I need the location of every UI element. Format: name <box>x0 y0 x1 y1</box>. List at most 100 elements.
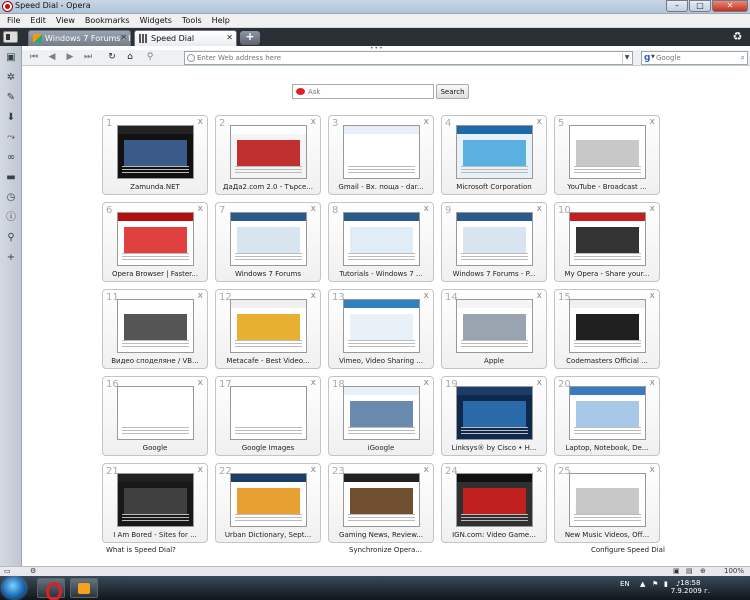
close-icon[interactable]: x <box>311 204 316 214</box>
home-icon[interactable]: ⌂ <box>122 51 138 64</box>
close-icon[interactable]: x <box>537 465 542 475</box>
speed-dial-tile[interactable]: 24 x IGN.com: Video Game... <box>441 463 547 543</box>
rewind-icon[interactable]: ⏮ <box>26 51 42 64</box>
panel-toggle-button[interactable] <box>3 31 18 43</box>
speed-dial-tile[interactable]: 1 x Zamunda.NET <box>102 115 208 195</box>
closed-tabs-trash-icon[interactable]: ♻ <box>730 30 745 44</box>
folder-icon[interactable]: ▬ <box>3 170 19 186</box>
speed-dial-tile[interactable]: 8 x Tutorials - Windows 7 ... <box>328 202 434 282</box>
turbo-icon[interactable]: ⚙ <box>30 567 36 575</box>
what-is-speed-dial-link[interactable]: What is Speed Dial? <box>106 546 176 554</box>
share-icon[interactable]: ⤳ <box>3 130 19 146</box>
speed-dial-search-button[interactable]: Search <box>436 84 469 99</box>
menu-edit[interactable]: Edit <box>25 14 51 27</box>
close-icon[interactable]: x <box>424 378 429 388</box>
clock[interactable]: 18:58 7.9.2009 г. <box>671 579 710 595</box>
menu-file[interactable]: File <box>2 14 25 27</box>
speed-dial-tile[interactable]: 4 x Microsoft Corporation <box>441 115 547 195</box>
close-icon[interactable]: x <box>650 465 655 475</box>
start-button[interactable] <box>2 577 26 599</box>
zoom-level[interactable]: 100% <box>724 567 744 575</box>
speed-dial-tile[interactable]: 16 x Google <box>102 376 208 456</box>
speed-dial-tile[interactable]: 23 x Gaming News, Review... <box>328 463 434 543</box>
speed-dial-tile[interactable]: 15 x Codemasters Official ... <box>554 289 660 369</box>
close-icon[interactable]: x <box>311 291 316 301</box>
notes-icon[interactable]: ✎ <box>3 90 19 106</box>
add-panel-icon[interactable]: + <box>3 250 19 266</box>
speed-dial-tile[interactable]: 3 x Gmail - Вх. поща - dar... <box>328 115 434 195</box>
close-icon[interactable]: x <box>537 291 542 301</box>
close-window-button[interactable]: ✕ <box>712 0 748 12</box>
close-icon[interactable]: x <box>198 465 203 475</box>
speed-dial-tile[interactable]: 19 x Linksys® by Cisco • H... <box>441 376 547 456</box>
speed-dial-tile[interactable]: 18 x iGoogle <box>328 376 434 456</box>
configure-speed-dial-link[interactable]: Configure Speed Dial <box>591 546 665 554</box>
close-icon[interactable]: x <box>424 204 429 214</box>
close-icon[interactable]: x <box>311 117 316 127</box>
chevron-down-icon[interactable]: ▼ <box>651 54 655 60</box>
speed-dial-tile[interactable]: 7 x Windows 7 Forums <box>215 202 321 282</box>
close-icon[interactable]: x <box>650 204 655 214</box>
reload-icon[interactable]: ↻ <box>104 51 120 64</box>
tab-windows7-forums[interactable]: Windows 7 Forums - P... ✕ <box>28 30 131 46</box>
speed-dial-tile[interactable]: 20 x Laptop, Notebook, De... <box>554 376 660 456</box>
search-bar[interactable]: g ▼ ⌕ <box>641 51 748 65</box>
close-icon[interactable]: x <box>537 117 542 127</box>
fit-icon[interactable]: ▤ <box>686 567 693 575</box>
tray-network-icon[interactable]: ▮ <box>664 580 668 588</box>
forward-icon[interactable]: ▶ <box>62 51 78 64</box>
taskbar-media-player-icon[interactable] <box>70 578 98 598</box>
close-icon[interactable]: x <box>424 117 429 127</box>
taskbar-opera-icon[interactable] <box>37 578 65 600</box>
minimize-button[interactable]: – <box>666 0 688 12</box>
close-icon[interactable]: x <box>311 378 316 388</box>
search-icon[interactable]: ⌕ <box>741 53 745 63</box>
close-icon[interactable]: x <box>650 378 655 388</box>
address-input[interactable] <box>185 52 605 64</box>
tab-close-icon[interactable]: ✕ <box>226 33 233 42</box>
close-icon[interactable]: x <box>650 291 655 301</box>
speed-dial-tile[interactable]: 9 x Windows 7 Forums - P... <box>441 202 547 282</box>
close-icon[interactable]: x <box>424 291 429 301</box>
close-icon[interactable]: x <box>650 117 655 127</box>
close-icon[interactable]: x <box>198 204 203 214</box>
address-bar[interactable]: ▼ <box>184 51 633 65</box>
fast-forward-icon[interactable]: ⏭ <box>80 51 96 64</box>
close-icon[interactable]: x <box>198 378 203 388</box>
links-icon[interactable]: ∞ <box>3 150 19 166</box>
close-icon[interactable]: x <box>198 117 203 127</box>
info-icon[interactable]: ⓘ <box>3 210 19 226</box>
speed-dial-tile[interactable]: 17 x Google Images <box>215 376 321 456</box>
chevron-down-icon[interactable]: ▼ <box>622 53 631 63</box>
menu-help[interactable]: Help <box>207 14 235 27</box>
maximize-button[interactable]: □ <box>689 0 711 12</box>
speed-dial-search-box[interactable] <box>292 84 434 99</box>
speed-dial-tile[interactable]: 5 x YouTube - Broadcast ... <box>554 115 660 195</box>
close-icon[interactable]: x <box>311 465 316 475</box>
downloads-icon[interactable]: ⬇ <box>3 110 19 126</box>
menu-view[interactable]: View <box>51 14 80 27</box>
speed-dial-tile[interactable]: 14 x Apple <box>441 289 547 369</box>
gear-icon[interactable]: ✲ <box>3 70 19 86</box>
new-tab-button[interactable]: + <box>240 31 260 45</box>
tray-flag-icon[interactable]: ⚑ <box>652 580 658 588</box>
close-icon[interactable]: x <box>537 378 542 388</box>
speed-dial-tile[interactable]: 10 x My Opera - Share your... <box>554 202 660 282</box>
speed-dial-tile[interactable]: 13 x Vimeo, Video Sharing ... <box>328 289 434 369</box>
close-icon[interactable]: x <box>424 465 429 475</box>
speed-dial-tile[interactable]: 25 x New Music Videos, Off... <box>554 463 660 543</box>
tray-arrow-icon[interactable]: ▲ <box>640 580 645 588</box>
speed-dial-search-input[interactable] <box>308 86 428 97</box>
close-icon[interactable]: x <box>537 204 542 214</box>
menu-tools[interactable]: Tools <box>177 14 207 27</box>
tab-close-icon[interactable]: ✕ <box>120 33 127 42</box>
speed-dial-tile[interactable]: 11 x Видео споделяне / VB... <box>102 289 208 369</box>
close-icon[interactable]: x <box>198 291 203 301</box>
zoom-icon[interactable]: ⊕ <box>700 567 706 575</box>
tab-speed-dial[interactable]: Speed Dial ✕ <box>134 30 237 46</box>
speed-dial-tile[interactable]: 6 x Opera Browser | Faster... <box>102 202 208 282</box>
synchronize-opera-link[interactable]: Synchronize Opera... <box>349 546 422 554</box>
language-indicator[interactable]: EN <box>620 580 630 588</box>
menu-widgets[interactable]: Widgets <box>135 14 177 27</box>
speed-dial-tile[interactable]: 22 x Urban Dictionary, Sept... <box>215 463 321 543</box>
